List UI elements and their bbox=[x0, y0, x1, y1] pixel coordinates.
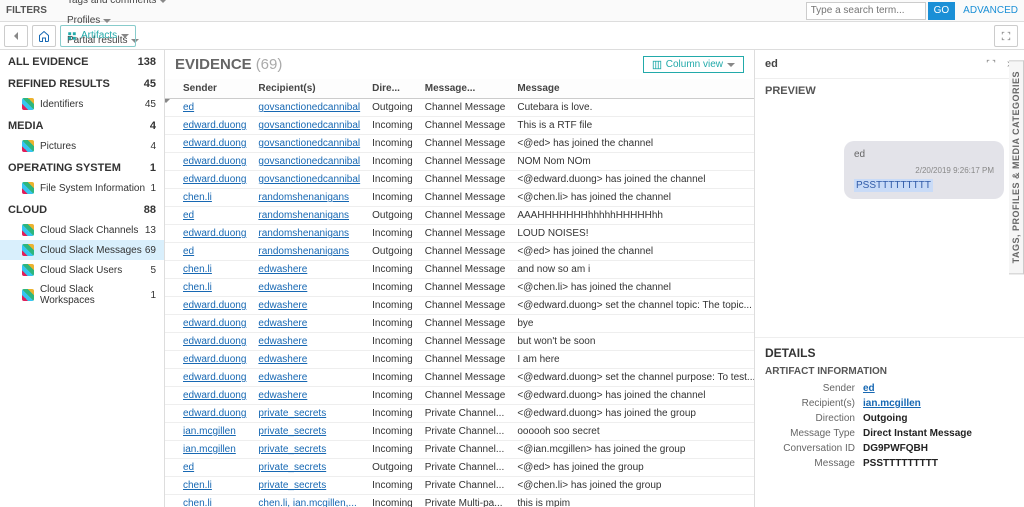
chevron-down-icon bbox=[121, 34, 129, 38]
bubble-sender: ed bbox=[854, 149, 994, 160]
filters-label: FILTERS bbox=[6, 5, 47, 16]
table-row[interactable]: chen.lichen.li, ian.mcgillen,...Incoming… bbox=[165, 495, 754, 507]
table-row[interactable]: edward.duonggovsanctionedcannibalIncomin… bbox=[165, 135, 754, 153]
filter-tags-and-comments[interactable]: Tags and comments bbox=[59, 0, 178, 11]
sidebar-item-cloud-slack-workspaces[interactable]: Cloud Slack Workspaces1 bbox=[0, 280, 164, 310]
evidence-panel: EVIDENCE (69) Column view SenderRecipien… bbox=[165, 50, 754, 507]
artifacts-dropdown-label: Artifacts bbox=[81, 30, 117, 41]
bubble-message: PSSTTTTTTTTT bbox=[854, 179, 933, 192]
evidence-count: (69) bbox=[256, 56, 283, 73]
sidebar-item-identifiers[interactable]: Identifiers45 bbox=[0, 94, 164, 114]
table-row[interactable]: edward.duongedwashereIncomingChannel Mes… bbox=[165, 333, 754, 351]
col-sender[interactable]: Sender bbox=[177, 79, 252, 99]
table-row[interactable]: chen.liedwashereIncomingChannel Message<… bbox=[165, 279, 754, 297]
sidebar-item-pictures[interactable]: Pictures4 bbox=[0, 136, 164, 156]
advanced-link[interactable]: ADVANCED bbox=[963, 5, 1018, 16]
col-message[interactable]: Message bbox=[511, 79, 754, 99]
details-panel: ed PREVIEW ed 2/20/2019 9:26:17 PM PSSTT… bbox=[754, 50, 1024, 507]
search-input[interactable] bbox=[806, 2, 926, 20]
table-row[interactable]: ian.mcgillenprivate_secretsIncomingPriva… bbox=[165, 423, 754, 441]
detail-sender: Sendered bbox=[765, 383, 1014, 394]
sidebar: ALL EVIDENCE138REFINED RESULTS45Identifi… bbox=[0, 50, 165, 507]
detail-recipient-s-: Recipient(s)ian.mcgillen bbox=[765, 398, 1014, 409]
expand-button[interactable] bbox=[994, 25, 1018, 47]
evidence-grid[interactable]: SenderRecipient(s)Dire...Message...Messa… bbox=[165, 79, 754, 507]
expand-icon[interactable] bbox=[986, 59, 996, 69]
preview-label: PREVIEW bbox=[765, 85, 1014, 97]
sidebar-item-file-system-information[interactable]: File System Information1 bbox=[0, 178, 164, 198]
detail-message-type: Message TypeDirect Instant Message bbox=[765, 428, 1014, 439]
table-row[interactable]: edward.duonggovsanctionedcannibalIncomin… bbox=[165, 117, 754, 135]
artifacts-dropdown[interactable]: Artifacts bbox=[60, 25, 136, 47]
table-row[interactable]: chen.lirandomshenanigansIncomingChannel … bbox=[165, 189, 754, 207]
col-message-[interactable]: Message... bbox=[419, 79, 512, 99]
slack-icon bbox=[22, 244, 34, 256]
filters-bar: FILTERS EvidenceArtifactsContent typesDa… bbox=[0, 0, 1024, 22]
table-row[interactable]: edward.duonggovsanctionedcannibalIncomin… bbox=[165, 153, 754, 171]
sidebar-item-cloud-slack-users[interactable]: Cloud Slack Users5 bbox=[0, 260, 164, 280]
bubble-timestamp: 2/20/2019 9:26:17 PM bbox=[854, 166, 994, 175]
sidebar-group-operating-system[interactable]: OPERATING SYSTEM1 bbox=[0, 156, 164, 178]
sidebar-item-cloud-slack-channels[interactable]: Cloud Slack Channels13 bbox=[0, 220, 164, 240]
artifact-info-label: ARTIFACT INFORMATION bbox=[765, 366, 1014, 377]
sidebar-item-cloud-slack-messages[interactable]: Cloud Slack Messages69 bbox=[0, 240, 164, 260]
details-label: DETAILS bbox=[765, 346, 1014, 360]
sidebar-group-refined-results[interactable]: REFINED RESULTS45 bbox=[0, 72, 164, 94]
table-row[interactable]: edprivate_secretsOutgoingPrivate Channel… bbox=[165, 459, 754, 477]
table-row[interactable]: edrandomshenanigansOutgoingChannel Messa… bbox=[165, 207, 754, 225]
table-row[interactable]: edgovsanctionedcannibalOutgoingChannel M… bbox=[165, 99, 754, 117]
table-row[interactable]: edward.duongedwashereIncomingChannel Mes… bbox=[165, 351, 754, 369]
table-row[interactable]: edward.duonggovsanctionedcannibalIncomin… bbox=[165, 171, 754, 189]
detail-conversation-id: Conversation IDDG9PWFQBH bbox=[765, 443, 1014, 454]
column-view-button[interactable]: Column view bbox=[643, 56, 744, 73]
table-row[interactable]: edward.duongedwashereIncomingChannel Mes… bbox=[165, 297, 754, 315]
detail-direction: DirectionOutgoing bbox=[765, 413, 1014, 424]
table-row[interactable]: edward.duongprivate_secretsIncomingPriva… bbox=[165, 405, 754, 423]
col-checkbox[interactable] bbox=[165, 79, 177, 99]
table-row[interactable]: chen.liprivate_secretsIncomingPrivate Ch… bbox=[165, 477, 754, 495]
home-button[interactable] bbox=[32, 25, 56, 47]
slack-icon bbox=[22, 182, 34, 194]
sidebar-group-cloud[interactable]: CLOUD88 bbox=[0, 198, 164, 220]
message-bubble: ed 2/20/2019 9:26:17 PM PSSTTTTTTTTT bbox=[844, 141, 1004, 199]
detail-message: MessagePSSTTTTTTTTT bbox=[765, 458, 1014, 469]
table-row[interactable]: edrandomshenanigansOutgoingChannel Messa… bbox=[165, 243, 754, 261]
sidebar-group-media[interactable]: MEDIA4 bbox=[0, 114, 164, 136]
table-row[interactable]: chen.liedwashereIncomingChannel Messagea… bbox=[165, 261, 754, 279]
slack-icon bbox=[22, 264, 34, 276]
side-tab-tags-profiles[interactable]: TAGS, PROFILES & MEDIA CATEGORIES bbox=[1009, 60, 1024, 274]
chevron-down-icon bbox=[727, 63, 735, 67]
slack-icon bbox=[22, 140, 34, 152]
preview-title: ed bbox=[765, 58, 778, 70]
col-dire-[interactable]: Dire... bbox=[366, 79, 419, 99]
table-row[interactable]: edward.duongedwashereIncomingChannel Mes… bbox=[165, 387, 754, 405]
col-recipient-s-[interactable]: Recipient(s) bbox=[252, 79, 366, 99]
sidebar-group-all-evidence[interactable]: ALL EVIDENCE138 bbox=[0, 50, 164, 72]
slack-icon bbox=[22, 289, 34, 301]
table-row[interactable]: edward.duongedwashereIncomingChannel Mes… bbox=[165, 315, 754, 333]
table-row[interactable]: edward.duongedwashereIncomingChannel Mes… bbox=[165, 369, 754, 387]
details-section: DETAILS ARTIFACT INFORMATION Sendered Rec… bbox=[755, 338, 1024, 507]
back-button[interactable] bbox=[4, 25, 28, 47]
preview-section: PREVIEW ed 2/20/2019 9:26:17 PM PSSTTTTT… bbox=[755, 79, 1024, 338]
column-view-label: Column view bbox=[666, 59, 723, 70]
evidence-title: EVIDENCE bbox=[175, 56, 252, 73]
slack-icon bbox=[22, 224, 34, 236]
table-row[interactable]: edward.duongrandomshenanigansIncomingCha… bbox=[165, 225, 754, 243]
go-button[interactable]: GO bbox=[928, 2, 956, 20]
slack-icon bbox=[22, 98, 34, 110]
table-row[interactable]: ian.mcgillenprivate_secretsIncomingPriva… bbox=[165, 441, 754, 459]
